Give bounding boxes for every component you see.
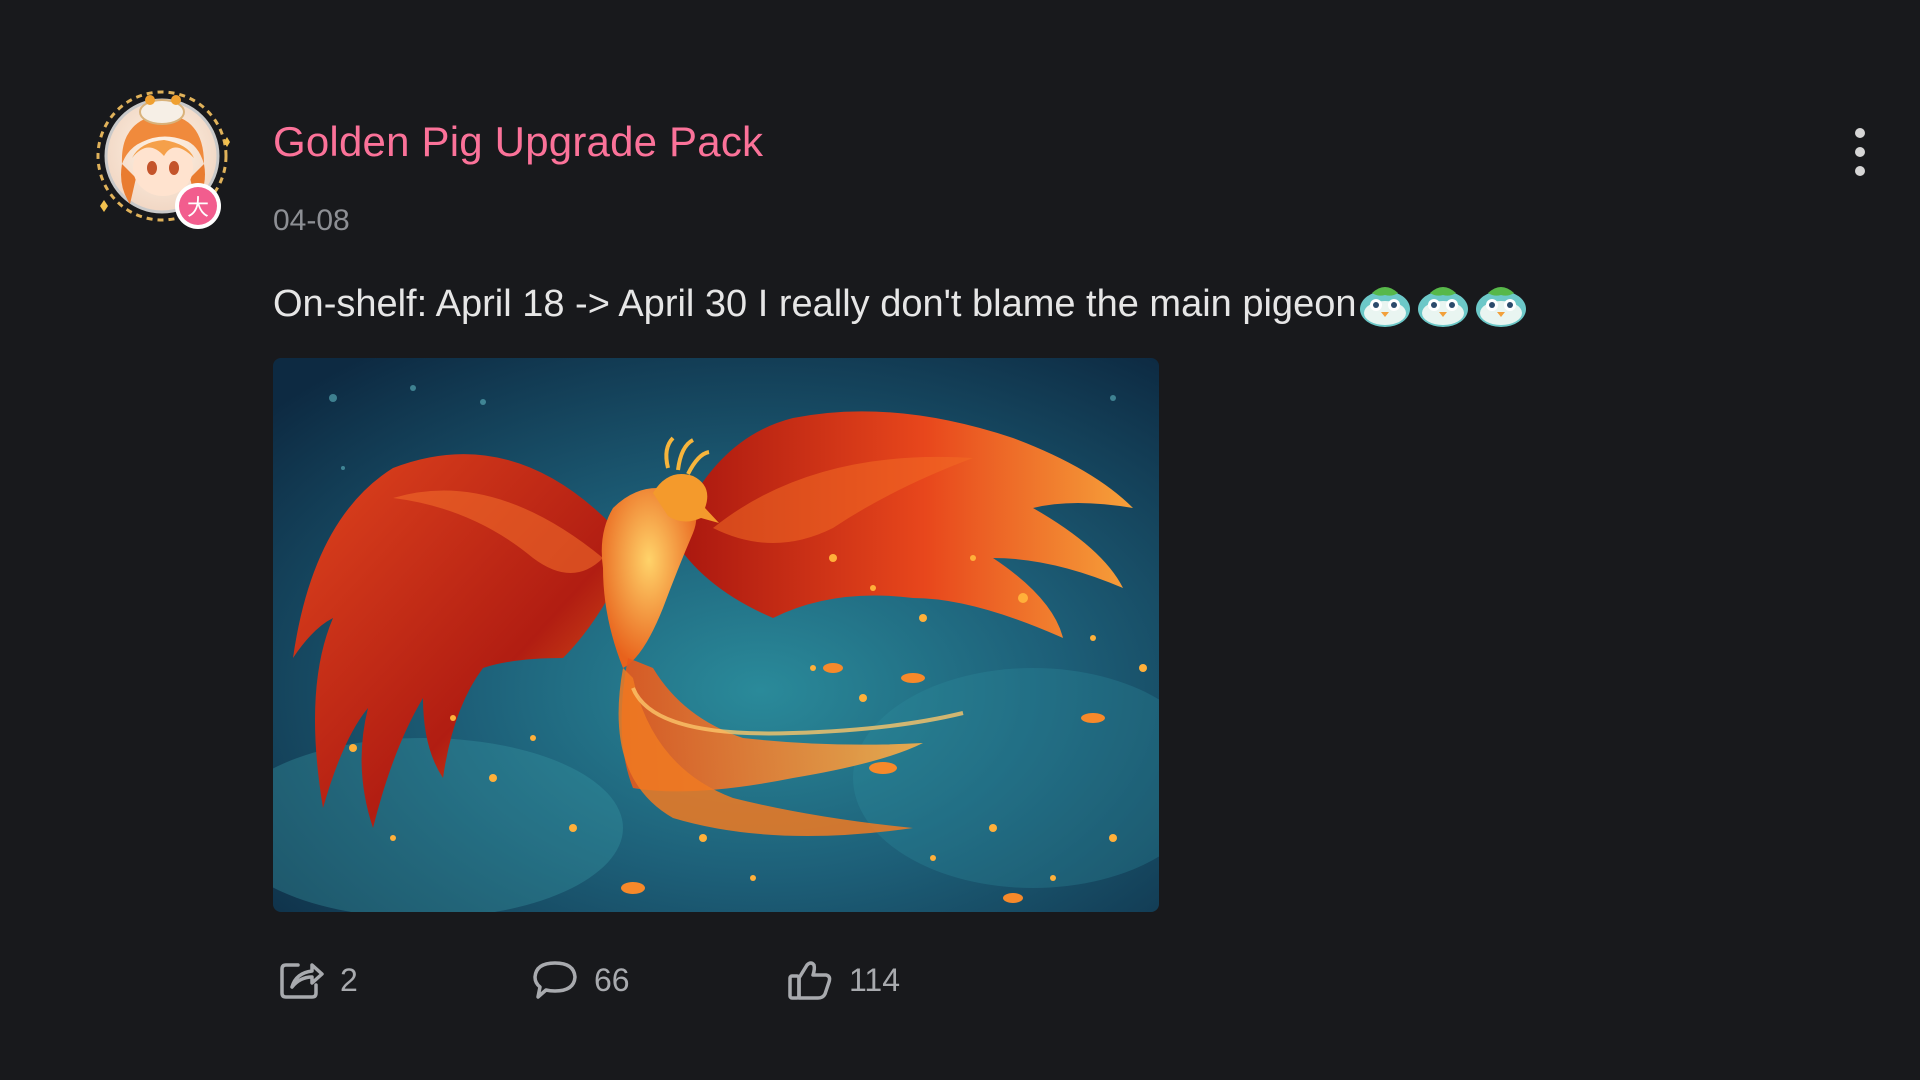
comment-button[interactable]: 66 [532, 955, 630, 1005]
pigeon-emote-icon [1358, 279, 1412, 329]
more-icon [1855, 128, 1865, 138]
post-text: On-shelf: April 18 -> April 30 I really … [273, 279, 1528, 329]
post-text-content: On-shelf: April 18 -> April 30 I really … [273, 282, 1357, 325]
like-button[interactable]: 114 [787, 955, 900, 1005]
share-icon [280, 963, 324, 999]
like-icon [788, 961, 832, 1000]
author-avatar[interactable]: 大 [92, 86, 242, 236]
share-count: 2 [340, 961, 358, 998]
share-button[interactable]: 2 [278, 955, 358, 1005]
more-options-button[interactable] [1840, 124, 1880, 180]
author-name[interactable]: Golden Pig Upgrade Pack [273, 118, 763, 166]
post-image[interactable] [273, 358, 1159, 912]
pigeon-emote-icon [1474, 279, 1528, 329]
emote-group [1358, 279, 1528, 329]
comment-icon [533, 961, 577, 999]
like-count: 114 [849, 961, 901, 998]
vip-badge-label: 大 [187, 196, 209, 221]
dynamic-post: 大 Golden Pig Upgrade Pack 04-08 On-shelf… [0, 0, 1920, 1080]
pigeon-emote-icon [1416, 279, 1470, 329]
comment-count: 66 [594, 961, 630, 998]
post-date[interactable]: 04-08 [273, 204, 350, 238]
